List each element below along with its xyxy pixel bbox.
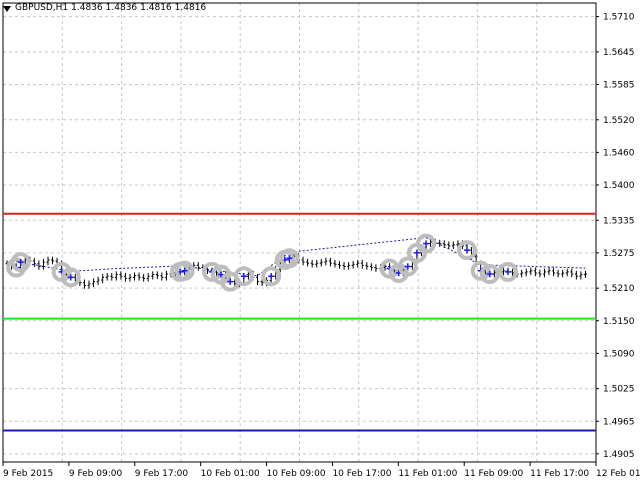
signal-arrow-icon: [464, 247, 471, 254]
y-axis-label: 1.5400: [603, 181, 635, 191]
low-price: 1.4816: [140, 3, 172, 13]
open-price: 1.4836: [71, 3, 103, 13]
y-axis-label: 1.5150: [603, 317, 635, 327]
y-axis-label: 1.5585: [603, 80, 635, 90]
chart-window[interactable]: 1.5710 1.5645 1.5585 1.5520 1.5460 1.5400 1.53…: [0, 0, 640, 480]
signal-arrow-icon: [240, 273, 247, 280]
high-price: 1.4836: [105, 3, 138, 13]
x-axis-label: 10 Feb 17:00: [332, 469, 391, 479]
y-axis-label: 1.5710: [603, 13, 635, 23]
signal-arrow-icon: [423, 240, 430, 247]
x-axis-label: 11 Feb 01:00: [398, 469, 457, 479]
y-axis-label: 1.5335: [603, 216, 635, 226]
x-axis-label: 9 Feb 09:00: [69, 469, 123, 479]
x-axis-label: 10 Feb 01:00: [201, 469, 260, 479]
x-axis-label: 11 Feb 17:00: [530, 469, 589, 479]
close-price: 1.4816: [174, 3, 207, 13]
y-axis-label: 1.5090: [603, 349, 635, 359]
y-axis-label: 1.5645: [603, 48, 635, 58]
price-chart[interactable]: 1.5710 1.5645 1.5585 1.5520 1.5460 1.5400 1.53…: [0, 0, 640, 480]
x-axis-label: 9 Feb 17:00: [135, 469, 189, 479]
signal-arrow-icon: [413, 249, 420, 256]
x-axis-label: 11 Feb 09:00: [464, 469, 523, 479]
x-axis-label: 9 Feb 2015: [3, 469, 53, 479]
x-axis-label: 12 Feb 01:00: [596, 469, 640, 479]
y-axis-label: 1.5460: [603, 148, 635, 158]
y-axis-label: 1.5520: [603, 116, 635, 126]
y-axis-label: 1.4965: [603, 417, 635, 427]
triangle-down-icon[interactable]: [3, 5, 11, 12]
y-axis-label: 1.4905: [603, 450, 635, 460]
symbol-label: GBPUSD,H1: [15, 3, 69, 13]
symbol-info-bar: GBPUSD,H1 1.4836 1.4836 1.4816 1.4816: [3, 3, 206, 14]
y-axis-label: 1.5275: [603, 249, 635, 259]
signal-arrow-icon: [505, 268, 512, 275]
y-axis-label: 1.5025: [603, 385, 635, 395]
x-axis-label: 10 Feb 09:00: [267, 469, 326, 479]
signal-arrow-icon: [268, 273, 275, 280]
y-axis-label: 1.5210: [603, 284, 635, 294]
